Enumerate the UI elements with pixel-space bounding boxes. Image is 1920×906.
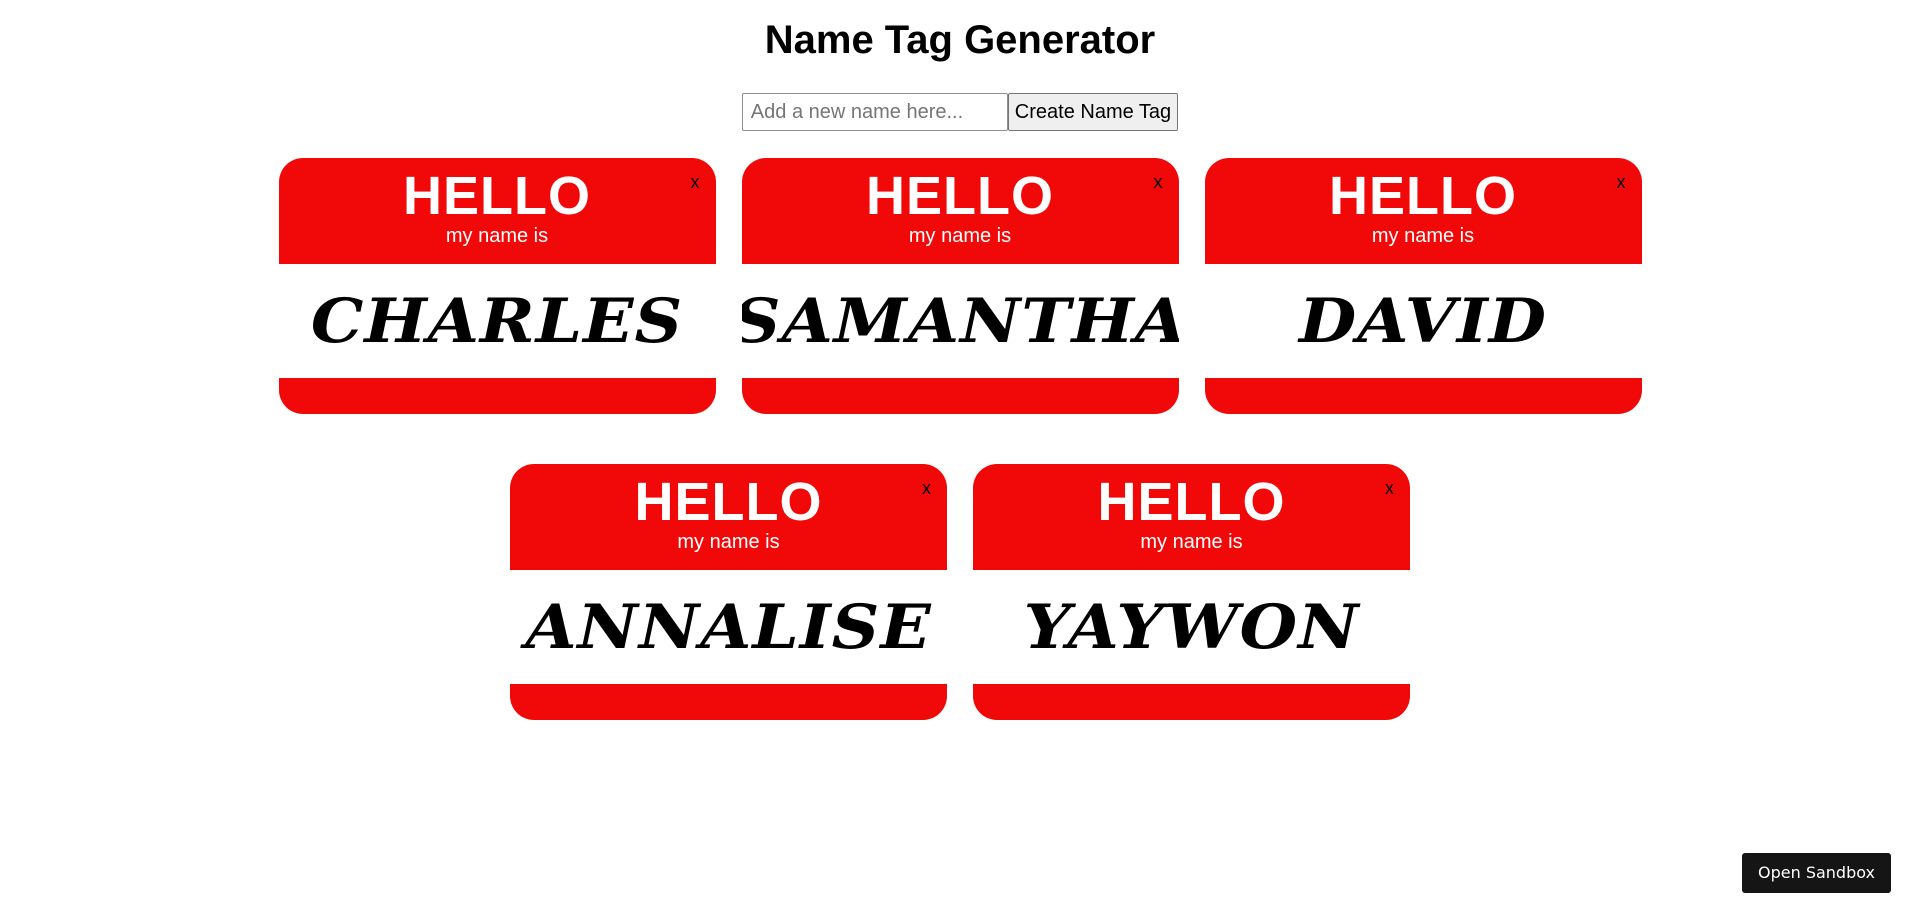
name-tag-body: Yaywon bbox=[973, 570, 1410, 684]
name-tag-name: Charles bbox=[310, 285, 684, 357]
remove-tag-button[interactable]: x bbox=[1154, 172, 1163, 192]
name-tag-body: Samantha bbox=[741, 264, 1179, 378]
name-tag: HELLO my name is x Samantha bbox=[741, 158, 1179, 414]
open-sandbox-button[interactable]: Open Sandbox bbox=[1742, 853, 1891, 893]
name-input[interactable] bbox=[741, 93, 1008, 131]
name-tag-header: HELLO my name is bbox=[742, 158, 1179, 264]
name-tag-subtitle: my name is bbox=[908, 225, 1012, 247]
name-tag-header: HELLO my name is bbox=[279, 158, 716, 264]
page: Name Tag Generator Create Name Tag HELLO… bbox=[0, 0, 1920, 906]
page-title: Name Tag Generator bbox=[764, 18, 1156, 62]
name-tag-subtitle: my name is bbox=[1140, 531, 1243, 553]
name-tag-name: David bbox=[1299, 285, 1547, 357]
name-tag-hello: HELLO bbox=[634, 472, 823, 532]
name-tag-name: Annalise bbox=[525, 591, 932, 663]
name-tag-subtitle: my name is bbox=[445, 225, 549, 247]
name-tag-name: Samantha bbox=[741, 285, 1179, 357]
name-tag-subtitle: my name is bbox=[677, 531, 780, 553]
create-name-tag-button[interactable]: Create Name Tag bbox=[1007, 93, 1179, 131]
name-tag: HELLO my name is x Charles bbox=[278, 158, 716, 414]
name-tag-body: Annalise bbox=[510, 570, 947, 684]
remove-tag-button[interactable]: x bbox=[922, 478, 931, 498]
name-tag: HELLO my name is x David bbox=[1204, 158, 1642, 414]
name-tag-name: Yaywon bbox=[1023, 591, 1360, 663]
name-tag-body: Charles bbox=[278, 264, 716, 378]
name-tag-hello: HELLO bbox=[403, 166, 591, 226]
name-tag-form: Create Name Tag bbox=[0, 93, 1920, 131]
name-tag: HELLO my name is x Annalise bbox=[510, 464, 947, 720]
remove-tag-button[interactable]: x bbox=[691, 172, 700, 192]
name-tag-header: HELLO my name is bbox=[973, 464, 1410, 570]
name-tag-header: HELLO my name is bbox=[1205, 158, 1642, 264]
name-tag-hello: HELLO bbox=[1329, 166, 1517, 226]
name-tag-subtitle: my name is bbox=[1371, 225, 1475, 247]
name-tag-hello: HELLO bbox=[866, 166, 1054, 226]
remove-tag-button[interactable]: x bbox=[1617, 172, 1626, 192]
name-tag-hello: HELLO bbox=[1097, 472, 1286, 532]
remove-tag-button[interactable]: x bbox=[1385, 478, 1394, 498]
name-tag: HELLO my name is x Yaywon bbox=[973, 464, 1410, 720]
name-tag-header: HELLO my name is bbox=[510, 464, 947, 570]
name-tag-list: HELLO my name is x Charles HELLO my name… bbox=[48, 158, 1872, 720]
name-tag-body: David bbox=[1204, 264, 1642, 378]
